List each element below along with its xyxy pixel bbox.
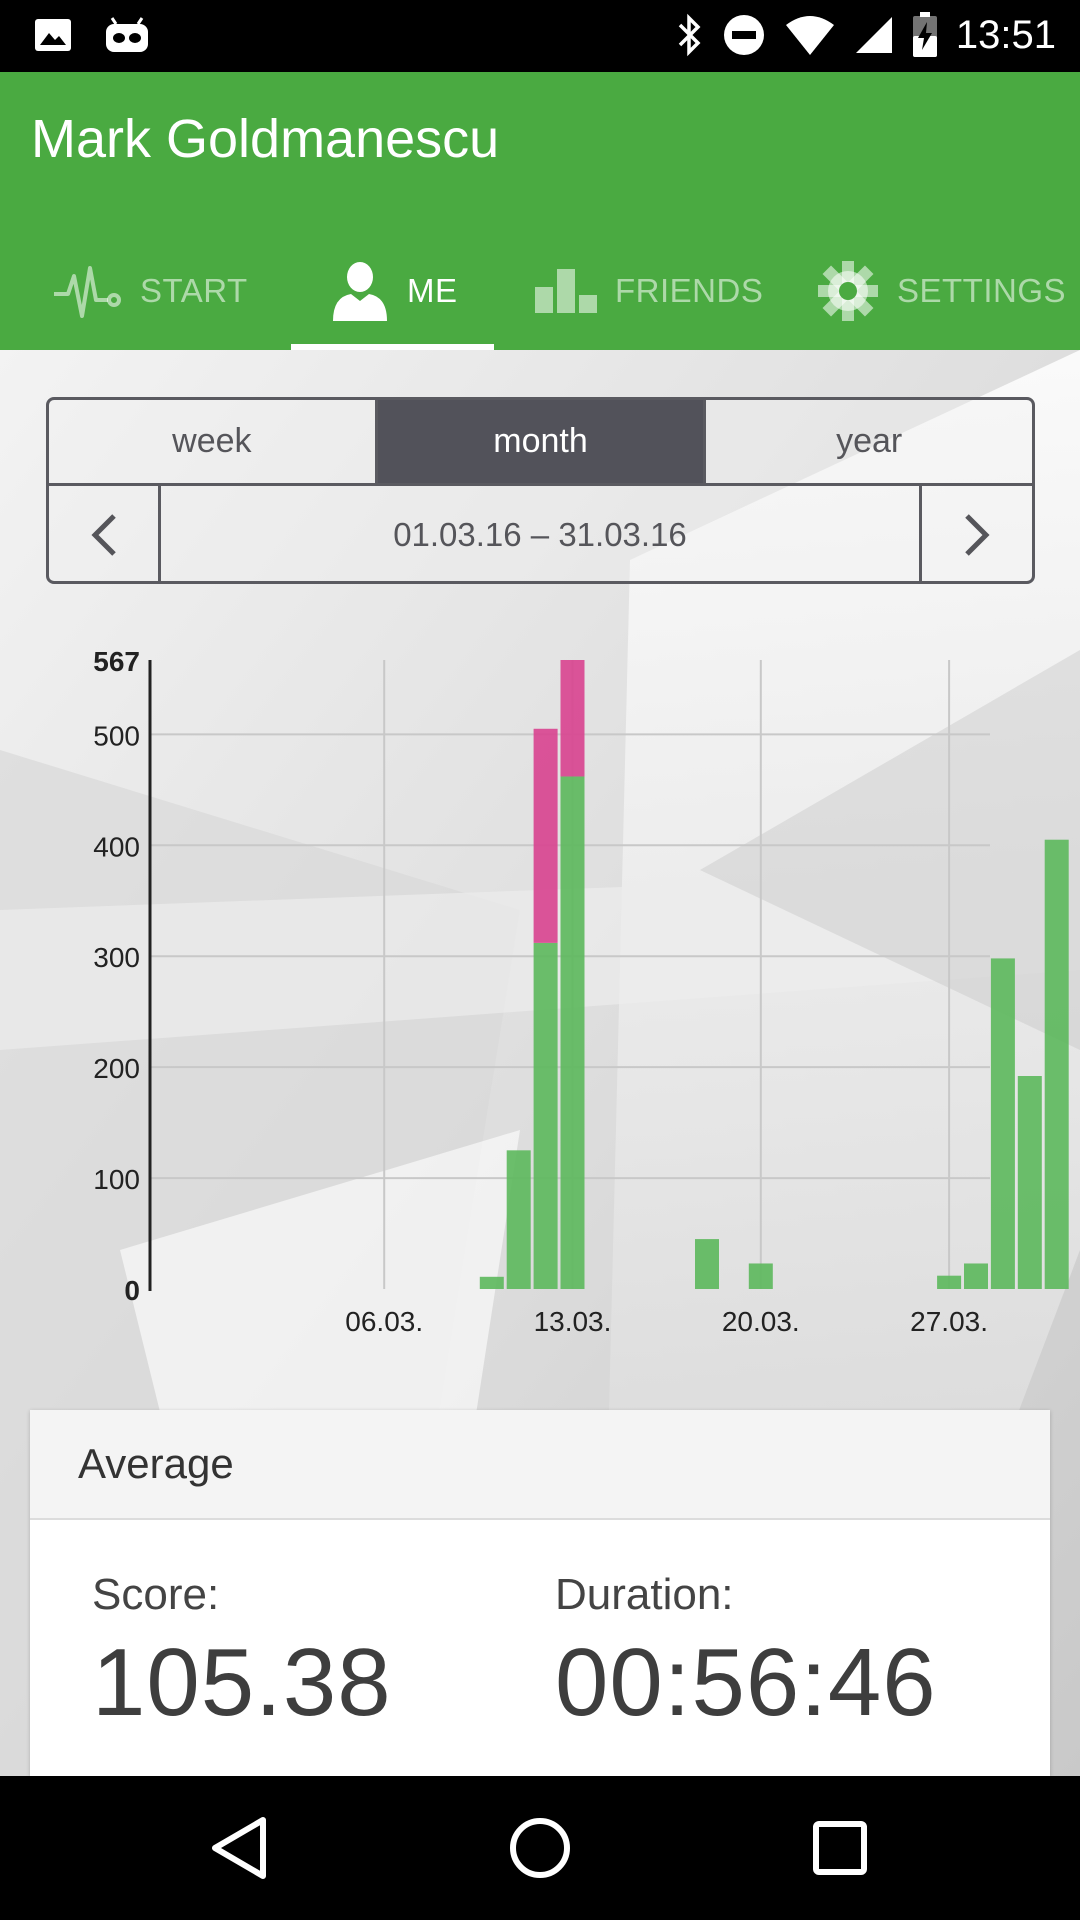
gear-icon [818,261,878,321]
period-year[interactable]: year [703,400,1032,483]
previous-period-button[interactable] [49,486,161,581]
android-debug-icon [106,17,148,52]
tab-settings-label: SETTINGS [897,272,1067,309]
bar-pink [560,660,585,777]
navigation-bar [0,1776,1080,1920]
score-stat: Score: 105.38 [92,1570,392,1738]
x-tick-label: 20.03. [722,1306,800,1337]
bar-green [479,1276,504,1289]
bar-green [695,1239,719,1289]
duration-label: Duration: [555,1570,734,1619]
bar-green [990,958,1015,1289]
bar-pink [533,728,558,943]
period-tabs: week month year [49,400,1032,486]
bar-green [1044,839,1069,1289]
do-not-disturb-icon [723,15,764,55]
signal-icon [855,17,892,53]
monthly-score-chart: 0 100 200 300 400 500 567 06.03. 13.03. 20.03. 27.… [93,646,1069,1337]
tab-friends-label: FRIENDS [615,272,764,309]
bar-green [1017,1076,1042,1289]
score-label: Score: [92,1570,220,1619]
tab-start[interactable]: START [52,232,248,350]
duration-value: 00:56:46 [555,1629,937,1736]
image-icon [35,19,71,51]
y-tick-label: 100 [93,1164,140,1195]
average-heading: Average [30,1410,1050,1520]
bar-chart-icon [535,269,597,313]
average-card: Average Score: 105.38 Duration: 00:56:46 [30,1410,1050,1776]
bluetooth-icon [678,13,701,57]
tab-friends[interactable]: FRIENDS [535,232,763,350]
date-range-label: 01.03.16 – 31.03.16 [393,516,687,553]
next-period-button[interactable] [919,486,1032,581]
y-tick-label: 400 [93,831,140,862]
tab-start-label: START [140,272,248,309]
home-icon[interactable] [504,1812,576,1884]
duration-stat: Duration: 00:56:46 [555,1570,937,1738]
score-value: 105.38 [92,1629,392,1736]
tab-me-label: ME [407,272,458,309]
range-row: 01.03.16 – 31.03.16 [49,486,1032,581]
status-bar: 13:51 [0,0,1080,72]
y-tick-label: 300 [93,942,140,973]
page-title: Mark Goldmanescu [31,109,500,169]
x-tick-label: 06.03. [345,1306,423,1337]
chevron-left-icon [90,514,116,556]
recents-icon[interactable] [804,1812,876,1884]
period-month[interactable]: month [374,400,704,483]
bar-green [748,1263,773,1289]
back-icon[interactable] [203,1812,275,1884]
bar-green [937,1275,962,1289]
tab-me[interactable]: ME [331,232,458,350]
y-tick-label: 0 [124,1275,140,1306]
chevron-right-icon [965,514,990,556]
bar-green [506,1150,531,1289]
bar-green [560,776,585,1289]
battery-charging-icon [912,12,937,57]
y-tick-label: 500 [93,720,140,751]
clock: 13:51 [955,12,1056,57]
bar-green [964,1263,988,1289]
person-icon [333,262,387,321]
period-week[interactable]: week [49,400,375,483]
app-bar: Mark Goldmanescu START ME FRIENDS SETTIN… [0,72,1080,350]
y-max-label: 567 [93,646,140,677]
y-tick-label: 200 [93,1053,140,1084]
period-selector: week month year 01.03.16 – 31.03.16 [46,397,1035,584]
x-tick-label: 13.03. [534,1306,612,1337]
pulse-icon [54,266,121,318]
tab-settings[interactable]: SETTINGS [817,232,1066,350]
bar-green [533,942,558,1289]
x-tick-label: 27.03. [910,1306,988,1337]
tab-bar: START ME FRIENDS SETTINGS [0,232,1080,350]
wifi-icon [785,16,834,55]
